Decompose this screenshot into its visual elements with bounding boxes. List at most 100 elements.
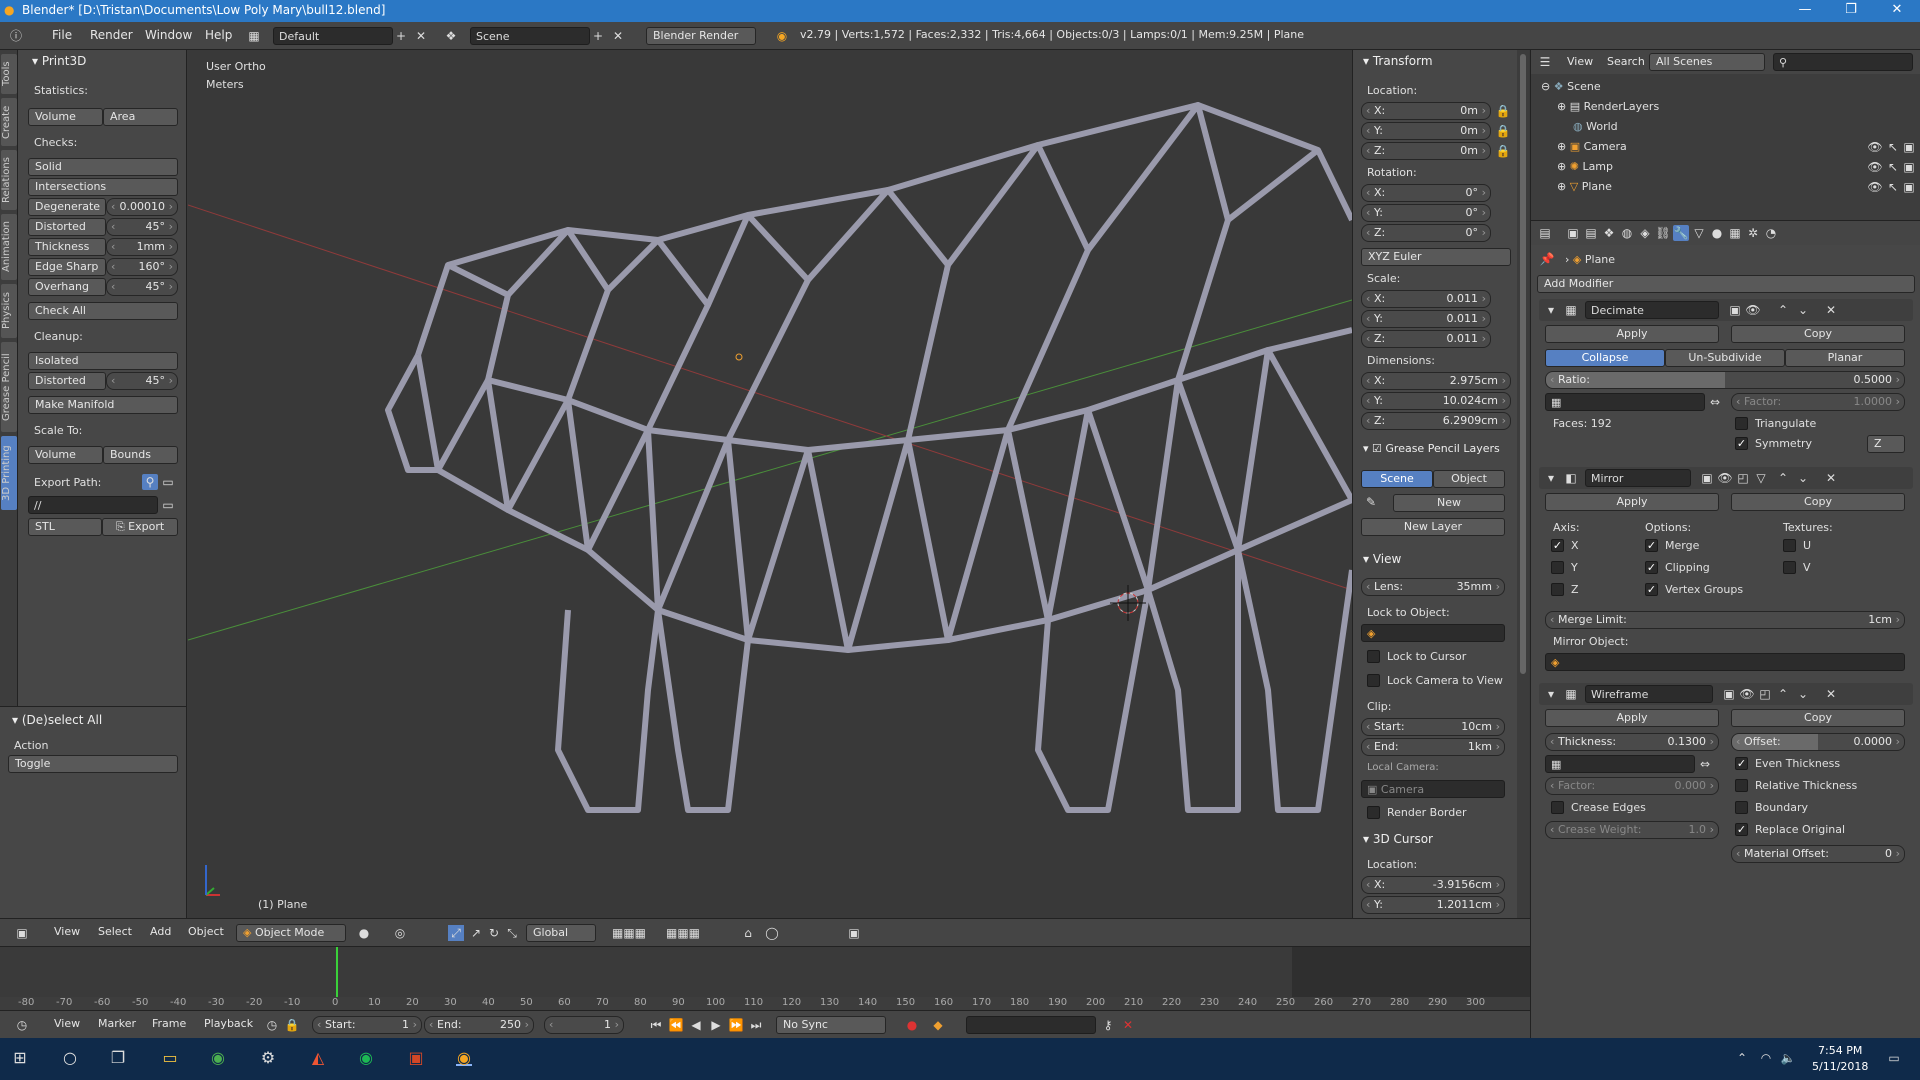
render-camera-icon[interactable]: ▣ — [1901, 139, 1917, 155]
grease-new-button[interactable]: New — [1393, 494, 1505, 512]
snap-icon[interactable]: ⌂ — [740, 925, 756, 941]
outliner-item-plane[interactable]: ⊕ ▽ Plane — [1557, 180, 1612, 193]
proportional-edit-icon[interactable]: ◯ — [764, 925, 780, 941]
render-layers-tab-icon[interactable]: ▤ — [1583, 225, 1599, 241]
lock-icon[interactable]: 🔒 — [284, 1017, 300, 1033]
tab-physics[interactable]: Physics — [1, 284, 17, 338]
timeline-editor-icon[interactable]: ◷ — [14, 1017, 30, 1033]
crease-edges-checkbox[interactable] — [1551, 801, 1564, 814]
add-scene-icon[interactable]: + — [590, 28, 606, 44]
interaction-mode-select[interactable]: ◈ Object Mode — [236, 924, 346, 942]
insert-keyframe-icon[interactable]: ⚷ — [1100, 1017, 1116, 1033]
scale-z-field[interactable]: Z:0.011 — [1361, 330, 1491, 348]
viewport-toggle-icon[interactable]: 👁 — [1739, 686, 1755, 702]
render-toggle-icon[interactable]: ▣ — [1727, 302, 1743, 318]
render-tab-icon[interactable]: ▣ — [1565, 225, 1581, 241]
play-icon[interactable]: ▶ — [708, 1017, 724, 1033]
move-down-icon[interactable]: ⌄ — [1795, 470, 1811, 486]
lock-camera-checkbox[interactable] — [1367, 674, 1380, 687]
world-tab-icon[interactable]: ◍ — [1619, 225, 1635, 241]
remove-scene-icon[interactable]: ✕ — [610, 28, 626, 44]
current-frame-field[interactable]: 1 — [544, 1016, 624, 1034]
texture-tab-icon[interactable]: ▦ — [1727, 225, 1743, 241]
viewport-shading-icon[interactable]: ● — [356, 925, 372, 941]
collapse-icon[interactable]: ▾ — [1543, 686, 1559, 702]
local-camera-field[interactable]: ▣ Camera — [1361, 780, 1505, 798]
physics-tab-icon[interactable]: ◔ — [1763, 225, 1779, 241]
unsubdivide-mode-button[interactable]: Un-Subdivide — [1665, 349, 1785, 367]
degenerate-button[interactable]: Degenerate — [28, 198, 106, 216]
outliner-item-renderlayers[interactable]: ⊕ ▤ RenderLayers — [1557, 100, 1659, 113]
lock-icon[interactable]: 🔒 — [1495, 103, 1511, 119]
loc-x-field[interactable]: X:0m — [1361, 102, 1491, 120]
render-camera-icon[interactable]: ▣ — [1901, 179, 1917, 195]
clip-start-field[interactable]: Start:10cm — [1361, 718, 1505, 736]
vp-menu-view[interactable]: View — [54, 925, 80, 938]
vp-menu-object[interactable]: Object — [188, 925, 224, 938]
chrome-icon[interactable]: ◉ — [210, 1050, 226, 1066]
outliner-editor-icon[interactable]: ☰ — [1537, 54, 1553, 70]
texture-v-checkbox[interactable] — [1783, 561, 1796, 574]
transform-orientation-select[interactable]: Global — [526, 924, 596, 942]
loc-z-field[interactable]: Z:0m — [1361, 142, 1491, 160]
tab-tools[interactable]: Tools — [1, 54, 17, 94]
cursor-x-field[interactable]: X:-3.9156cm — [1361, 876, 1505, 894]
blender-taskbar-icon[interactable]: ◉ — [456, 1050, 472, 1066]
collapse-icon[interactable]: ▾ — [1543, 470, 1559, 486]
cursor-y-field[interactable]: Y:1.2011cm — [1361, 896, 1505, 914]
crease-weight-field[interactable]: Crease Weight:1.0 — [1545, 821, 1719, 839]
scene-icon[interactable]: ❖ — [443, 28, 459, 44]
merge-checkbox[interactable]: ✓ — [1645, 539, 1658, 552]
viewport-toggle-icon[interactable]: 👁 — [1745, 302, 1761, 318]
timeline[interactable]: -80 -70 -60 -50 -40 -30 -20 -10 0 10 20 … — [0, 946, 1530, 1011]
tab-grease-pencil[interactable]: Grease Pencil — [1, 342, 17, 432]
play-reverse-icon[interactable]: ◀ — [688, 1017, 704, 1033]
wire-vertex-group-field[interactable]: ▦ — [1545, 755, 1695, 773]
symmetry-checkbox[interactable]: ✓ — [1735, 437, 1748, 450]
pivot-point-icon[interactable]: ◎ — [392, 925, 408, 941]
next-keyframe-icon[interactable]: ⏩ — [728, 1017, 744, 1033]
vertex-groups-checkbox[interactable]: ✓ — [1645, 583, 1658, 596]
render-toggle-icon[interactable]: ▣ — [1721, 686, 1737, 702]
select-arrow-icon[interactable]: ↖ — [1885, 179, 1901, 195]
relative-thickness-checkbox[interactable] — [1735, 779, 1748, 792]
move-up-icon[interactable]: ⌃ — [1775, 302, 1791, 318]
wire-thickness-field[interactable]: Thickness:0.1300 — [1545, 733, 1719, 751]
dim-z-field[interactable]: Z:6.2909cm — [1361, 412, 1511, 430]
render-border-checkbox[interactable] — [1367, 806, 1380, 819]
lock-icon[interactable]: 🔒 — [1495, 143, 1511, 159]
menu-render[interactable]: Render — [90, 28, 133, 42]
dim-y-field[interactable]: Y:10.024cm — [1361, 392, 1511, 410]
material-offset-field[interactable]: Material Offset:0 — [1731, 845, 1905, 863]
bull-wireframe-model[interactable] — [188, 50, 1352, 918]
mirror-name-field[interactable]: Mirror — [1585, 469, 1691, 487]
loc-y-field[interactable]: Y:0m — [1361, 122, 1491, 140]
distorted-field[interactable]: 45° — [106, 218, 178, 236]
even-thickness-checkbox[interactable]: ✓ — [1735, 757, 1748, 770]
move-down-icon[interactable]: ⌄ — [1795, 302, 1811, 318]
powerpoint-icon[interactable]: ▣ — [408, 1050, 424, 1066]
overhang-button[interactable]: Overhang — [28, 278, 106, 296]
thickness-field[interactable]: 1mm — [106, 238, 178, 256]
translate-icon[interactable]: ↗ — [468, 925, 484, 941]
edge-sharp-field[interactable]: 160° — [106, 258, 178, 276]
distorted-cleanup-field[interactable]: 45° — [106, 372, 178, 390]
clock-time[interactable]: 7:54 PM — [1818, 1044, 1862, 1057]
close-icon[interactable]: ✕ — [1874, 0, 1920, 22]
make-manifold-button[interactable]: Make Manifold — [28, 396, 178, 414]
render-preview-icon[interactable]: ▣ — [846, 925, 862, 941]
editmode-toggle-icon[interactable]: ◰ — [1735, 470, 1751, 486]
select-arrow-icon[interactable]: ↖ — [1885, 139, 1901, 155]
intersections-button[interactable]: Intersections — [28, 178, 178, 196]
clipping-checkbox[interactable]: ✓ — [1645, 561, 1658, 574]
delete-keyframe-icon[interactable]: ✕ — [1120, 1017, 1136, 1033]
minimize-icon[interactable]: — — [1782, 0, 1828, 22]
layers-icon[interactable]: ▦▦▦ — [604, 925, 654, 941]
mirror-apply-button[interactable]: Apply — [1545, 493, 1719, 511]
planar-mode-button[interactable]: Planar — [1785, 349, 1905, 367]
data-tab-icon[interactable]: ▽ — [1691, 225, 1707, 241]
wireframe-copy-button[interactable]: Copy — [1731, 709, 1905, 727]
keying-set-icon[interactable]: ◆ — [930, 1017, 946, 1033]
clip-end-field[interactable]: End:1km — [1361, 738, 1505, 756]
menu-help[interactable]: Help — [205, 28, 232, 42]
